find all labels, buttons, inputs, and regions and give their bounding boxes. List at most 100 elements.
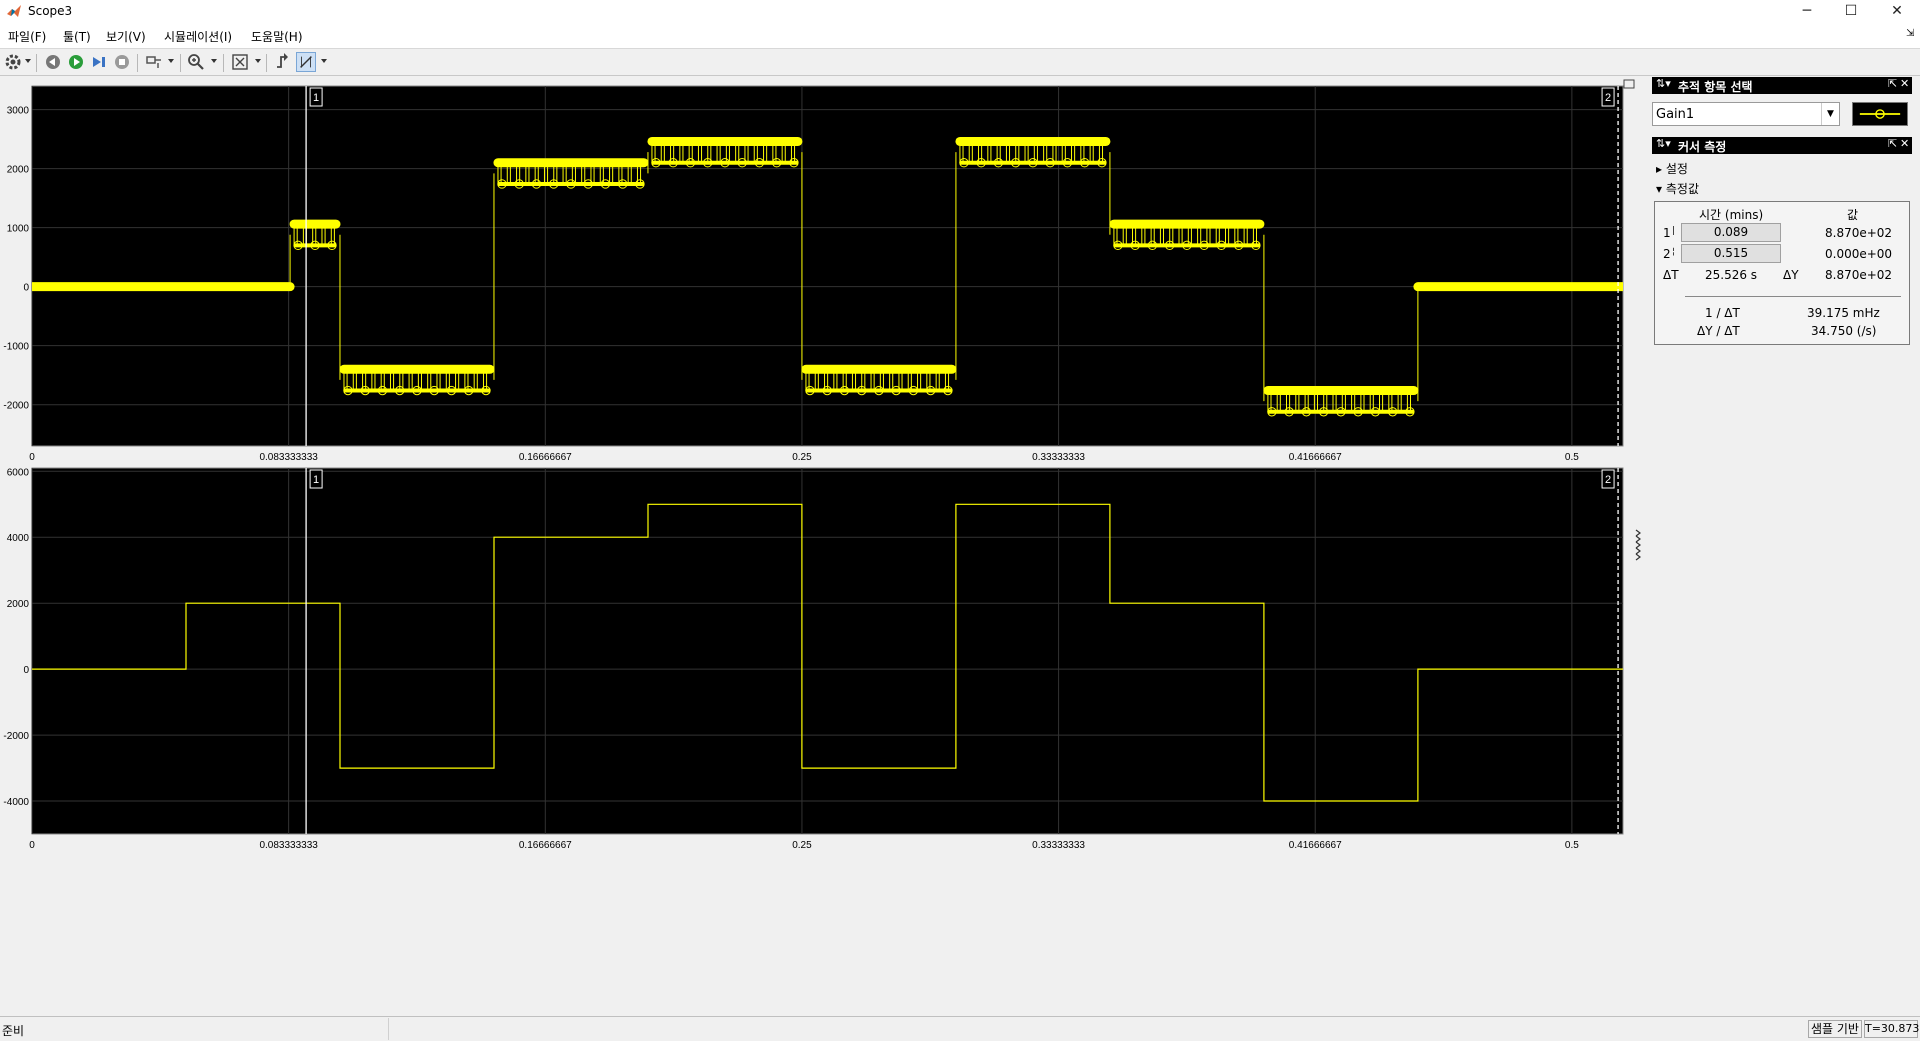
undock-icon[interactable]: ⇱ [1888,137,1897,150]
x-tick-label: 0.16666667 [519,840,572,851]
axes-1: 0 0.083333333 0.16666667 0.25 0.33333333 0.41… [3,85,1624,463]
menu-file[interactable]: 파일(F) [8,28,46,45]
x-tick-label: 0.5 [1565,840,1579,851]
x-tick-label: 0.083333333 [259,840,318,851]
pin-icon[interactable]: ⇲ [1906,28,1914,39]
y-tick-label: 0 [23,283,29,294]
undock-icon[interactable]: ⇱ [1888,77,1897,90]
minimize-button[interactable]: ─ [1784,0,1830,24]
status-text: 준비 [2,1024,25,1038]
panel-collapse-icon[interactable]: ⇅▾ [1656,137,1671,150]
trace-select-value: Gain1 [1656,107,1695,122]
x-tick-label: 0 [29,840,35,851]
toolbar-separator [223,54,224,72]
plot-canvas[interactable]: 0 0.083333333 0.16666667 0.25 0.33333333 0.41… [0,76,1650,1016]
delta-y-value: 8.870e+02 [1825,268,1893,282]
status-mode: 샘플 기반 [1808,1020,1862,1038]
cursor-1-time-input[interactable]: 0.089 [1681,223,1781,242]
grip-arrow [1635,535,1641,543]
plot-area: 0 0.083333333 0.16666667 0.25 0.33333333 0.41… [0,76,1650,1016]
header-time: 시간 (mins) [1699,208,1764,222]
chevron-down-icon[interactable]: ▼ [1821,103,1839,125]
trace-signal-select[interactable]: Gain1 ▼ [1652,102,1840,126]
cursor-tag-label: 2 [1605,474,1611,486]
zoom-dropdown-icon[interactable] [211,59,217,63]
cursor-tag-label: 1 [313,92,319,104]
x-tick-label: 0.083333333 [259,452,318,463]
run-icon[interactable] [66,52,86,72]
splitter-grip-icon [1635,529,1641,561]
y-tick-label: 3000 [7,106,30,117]
side-panel: ⇅▾ 추적 항목 선택 ⇱ ✕ Gain1 ▼ ⇅▾ 커서 측정 ⇱ ✕ ▸ 설… [1650,76,1920,1016]
step-back-icon[interactable] [43,52,63,72]
panel-collapse-icon[interactable]: ⇅▾ [1656,77,1671,90]
panel-close-icon[interactable]: ✕ [1900,77,1909,90]
cursor-2-value: 0.000e+00 [1825,247,1893,261]
settings-icon[interactable] [3,52,23,72]
trigger-icon[interactable] [273,52,293,72]
trace-panel-title: 추적 항목 선택 [1678,80,1753,94]
cursor-2-line-icon: ¦ [1672,247,1676,257]
measurement-table: 시간 (mins) 값 1 | 0.089 8.870e+02 2 ¦ 0.51… [1654,201,1910,345]
line-style-swatch[interactable] [1852,102,1908,126]
step-forward-icon[interactable] [89,52,109,72]
cursor-1-label: 1 [1663,226,1671,240]
menu-help[interactable]: 도움말(H) [251,28,303,45]
x-tick-label: 0.25 [792,452,812,463]
measurements-label: 측정값 [1665,182,1699,196]
settings-tree-node[interactable]: ▸ 설정 [1656,160,1688,177]
stop-icon[interactable] [112,52,132,72]
toolbar [0,48,1920,76]
y-tick-label: -1000 [3,342,29,353]
y-tick-label: 4000 [7,533,30,544]
cursor-tag-label: 2 [1605,92,1611,104]
grip-arrow [1635,541,1641,549]
highlight-dropdown-icon[interactable] [168,59,174,63]
highlight-block-icon[interactable] [144,52,164,72]
x-tick-label: 0.41666667 [1289,840,1342,851]
inverse-delta-t-value: 39.175 mHz [1807,306,1880,320]
cursor-measurement-icon[interactable] [296,52,316,72]
close-button[interactable]: ✕ [1874,0,1920,24]
fit-dropdown-icon[interactable] [255,59,261,63]
x-tick-label: 0.25 [792,840,812,851]
settings-dropdown-icon[interactable] [25,59,31,63]
panel-close-icon[interactable]: ✕ [1900,137,1909,150]
settings-label: 설정 [1665,162,1688,176]
grip-arrow [1635,529,1641,537]
cursor-tag-label: 1 [313,474,319,486]
maximize-axes-icon [1623,79,1635,89]
fit-to-view-icon[interactable] [230,52,250,72]
slope-value: 34.750 (/s) [1811,324,1877,338]
menu-bar: 파일(F) 툴(T) 보기(V) 시뮬레이션(I) 도움말(H) ⇲ [0,24,1920,48]
y-tick-label: -2000 [3,401,29,412]
cursor-2-time-input[interactable]: 0.515 [1681,244,1781,263]
cursor-panel-title: 커서 측정 [1678,140,1727,154]
y-tick-label: -4000 [3,797,29,808]
chevron-down-icon: ▾ [1656,182,1663,196]
x-tick-label: 0.33333333 [1032,840,1085,851]
zoom-in-icon[interactable] [186,52,206,72]
measurements-tree-node[interactable]: ▾ 측정값 [1656,180,1699,197]
cursor-1-value: 8.870e+02 [1825,226,1893,240]
menu-view[interactable]: 보기(V) [106,28,146,45]
trace-selection-header[interactable]: ⇅▾ 추적 항목 선택 ⇱ ✕ [1652,77,1912,94]
toolbar-separator [266,54,267,72]
x-tick-label: 0 [29,452,35,463]
y-tick-label: -2000 [3,731,29,742]
measurement-dropdown-icon[interactable] [321,59,327,63]
menu-tools[interactable]: 툴(T) [63,28,91,45]
x-tick-label: 0.33333333 [1032,452,1085,463]
cursor-2-label: 2 [1663,247,1671,261]
x-tick-label: 0.41666667 [1289,452,1342,463]
axes-2: 0 0.083333333 0.16666667 0.25 0.33333333 0.41… [3,467,1624,851]
menu-simulation[interactable]: 시뮬레이션(I) [164,28,232,45]
window-title: Scope3 [28,4,73,18]
maximize-button[interactable]: ☐ [1828,0,1874,24]
chevron-right-icon: ▸ [1656,162,1663,176]
x-tick-label: 0.5 [1565,452,1579,463]
status-time: T=30.873 [1864,1020,1919,1038]
toolbar-separator [36,54,37,72]
cursor-measurement-header[interactable]: ⇅▾ 커서 측정 ⇱ ✕ [1652,137,1912,154]
delta-t-label: ΔT [1663,268,1679,282]
